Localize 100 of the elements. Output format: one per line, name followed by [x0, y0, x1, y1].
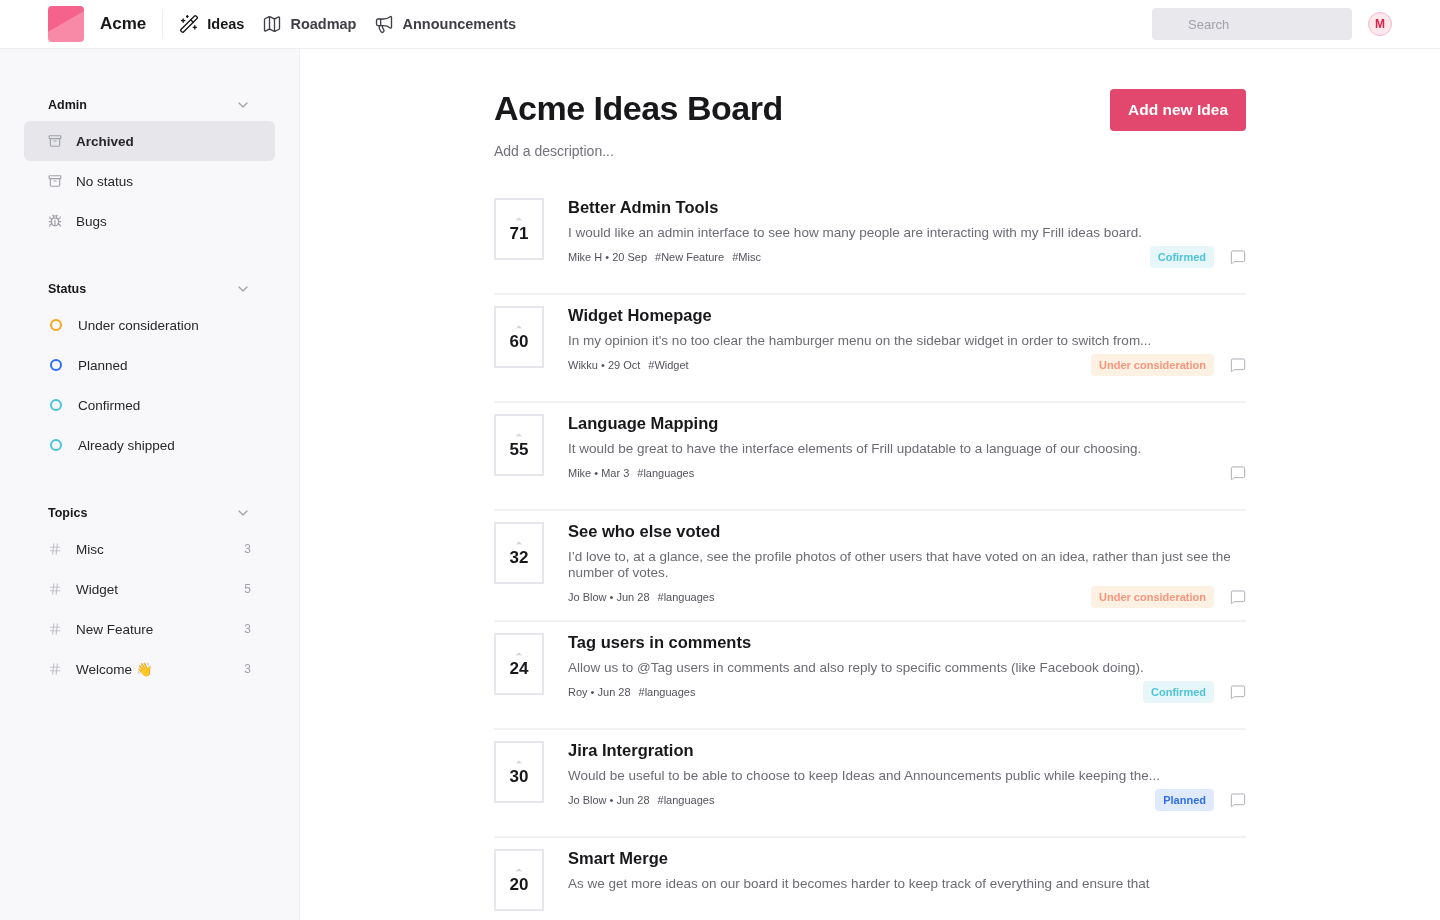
section-header[interactable]: Status [24, 273, 275, 305]
vote-button[interactable]: 20 [494, 849, 544, 911]
upvote-icon [514, 649, 524, 659]
user-avatar[interactable]: M [1368, 12, 1392, 36]
bug-icon [48, 214, 62, 228]
item-label: New Feature [76, 621, 155, 637]
item-label: Under consideration [78, 317, 200, 333]
hash-icon [48, 622, 62, 636]
add-idea-button[interactable]: Add new Idea [1110, 89, 1246, 131]
vote-button[interactable]: 32 [494, 522, 544, 584]
idea-title: See who else voted [568, 522, 722, 541]
sidebar-item[interactable]: New Feature 3 [24, 609, 275, 649]
idea-description: In my opinion it's no too clear the hamburger menu on the sidebar widget in order to switch from... [568, 333, 1153, 349]
sidebar-item[interactable]: Widget 5 [24, 569, 275, 609]
idea-description: Would be useful to be able to choose to keep Ideas and Announcements public while keeping the... [568, 768, 1161, 784]
idea-tag[interactable]: #languages [657, 794, 715, 806]
upvote-icon [514, 430, 524, 440]
item-label: Misc [76, 541, 105, 557]
idea-author-date: Mike • Mar 3 [568, 467, 630, 479]
item-count: 3 [244, 542, 251, 556]
idea-author-date: Jo Blow • Jun 28 [568, 591, 650, 603]
map-icon [262, 14, 283, 34]
idea-card[interactable]: 20 Smart Merge As we get more ideas on our board it becomes harder to keep track of everything and ensure that [494, 838, 1246, 920]
upvote-icon [514, 214, 524, 224]
sparkle-wand-icon [179, 14, 200, 34]
brand-name: Acme [100, 9, 164, 39]
item-label: Welcome 👋 [76, 661, 154, 677]
section-header[interactable]: Topics [24, 497, 275, 529]
idea-title: Smart Merge [568, 849, 669, 868]
comment-icon [1230, 589, 1246, 605]
idea-tag[interactable]: #languages [637, 467, 695, 479]
sidebar-item[interactable]: Welcome 👋 3 [24, 649, 275, 689]
sidebar-item[interactable]: Bugs [24, 201, 275, 241]
status-badge: Cofirmed [1149, 246, 1214, 268]
idea-description: It would be great to have the interface elements of Frill updatable to a language of our choosing. [568, 441, 1143, 457]
idea-card[interactable]: 71 Better Admin Tools I would like an admin interface to see how many people are interacting with my Frill ideas board. Mike H • 20 Sep #New Feature #Misc Cofirmed [494, 187, 1246, 295]
comment-button[interactable] [1230, 465, 1246, 481]
vote-button[interactable]: 30 [494, 741, 544, 803]
item-label: No status [76, 173, 135, 189]
comment-button[interactable] [1230, 249, 1246, 265]
vote-button[interactable]: 71 [494, 198, 544, 260]
sidebar-item[interactable]: Confirmed [24, 385, 275, 425]
idea-description: As we get more ideas on our board it becomes harder to keep track of everything and ensure that [568, 876, 1151, 892]
hash-icon [48, 662, 62, 676]
comment-button[interactable] [1230, 792, 1246, 808]
archive-icon [48, 134, 62, 148]
sidebar-item[interactable]: No status [24, 161, 275, 201]
logo[interactable] [48, 6, 84, 42]
upvote-icon [514, 757, 524, 767]
idea-tag[interactable]: #languages [657, 591, 715, 603]
nav-link[interactable]: Announcements [374, 14, 517, 34]
idea-title: Better Admin Tools [568, 198, 720, 217]
idea-tag[interactable]: #Misc [732, 251, 761, 263]
hash-icon [48, 542, 62, 556]
idea-tag[interactable]: #Widget [648, 359, 689, 371]
idea-card[interactable]: 55 Language Mapping It would be great to have the interface elements of Frill updatable to a language of our choosing. Mike • Mar 3 #languages [494, 403, 1246, 511]
item-count: 5 [244, 582, 251, 596]
idea-title: Language Mapping [568, 414, 720, 433]
idea-author-date: Wikku • 29 Oct [568, 359, 641, 371]
upvote-icon [514, 865, 524, 875]
sidebar-item[interactable]: Under consideration [24, 305, 275, 345]
idea-title: Jira Intergration [568, 741, 695, 760]
idea-title: Widget Homepage [568, 306, 713, 325]
idea-tag[interactable]: #languages [638, 686, 696, 698]
sidebar-item[interactable]: Planned [24, 345, 275, 385]
idea-description: I would like an admin interface to see how many people are interacting with my Frill ideas board. [568, 225, 1144, 241]
status-badge: Under consideration [1091, 354, 1214, 376]
comment-icon [1230, 792, 1246, 808]
upvote-icon [514, 538, 524, 548]
board-title: Acme Ideas Board [494, 89, 783, 128]
vote-button[interactable]: 55 [494, 414, 544, 476]
comment-button[interactable] [1230, 357, 1246, 373]
item-label: Confirmed [78, 397, 142, 413]
comment-button[interactable] [1230, 589, 1246, 605]
idea-description: Allow us to @Tag users in comments and also reply to specific comments (like Facebook doing). [568, 660, 1145, 676]
section-header[interactable]: Admin [24, 89, 275, 121]
comment-button[interactable] [1230, 684, 1246, 700]
search-field[interactable]: Search [1152, 8, 1352, 40]
nav-link[interactable]: Roadmap [262, 14, 357, 34]
hash-icon [48, 582, 62, 596]
idea-card[interactable]: 24 Tag users in comments Allow us to @Tag users in comments and also reply to specific comments (like Facebook doing). Roy • Jun 28 #languages Confirmed [494, 622, 1246, 730]
idea-title: Tag users in comments [568, 633, 753, 652]
idea-card[interactable]: 60 Widget Homepage In my opinion it's no too clear the hamburger menu on the sidebar widget in order to switch from... Wikku • 29 Oct #Widget Under consideration [494, 295, 1246, 403]
status-badge: Confirmed [1143, 681, 1214, 703]
comment-icon [1230, 249, 1246, 265]
item-label: Planned [78, 357, 129, 373]
upvote-icon [514, 322, 524, 332]
megaphone-icon [374, 14, 395, 34]
nav-link[interactable]: Ideas [179, 14, 245, 34]
idea-tag[interactable]: #New Feature [655, 251, 725, 263]
board-description[interactable]: Add a description... [494, 143, 1246, 159]
sidebar-item[interactable]: Already shipped [24, 425, 275, 465]
vote-button[interactable]: 24 [494, 633, 544, 695]
item-label: Bugs [76, 213, 108, 229]
idea-card[interactable]: 30 Jira Intergration Would be useful to be able to choose to keep Ideas and Announcements public while keeping the... Jo Blow • Jun 28 #languages Planned [494, 730, 1246, 838]
status-badge: Planned [1155, 789, 1214, 811]
comment-icon [1230, 465, 1246, 481]
vote-button[interactable]: 60 [494, 306, 544, 368]
sidebar-item[interactable]: Misc 3 [24, 529, 275, 569]
sidebar-item[interactable]: Archived [24, 121, 275, 161]
